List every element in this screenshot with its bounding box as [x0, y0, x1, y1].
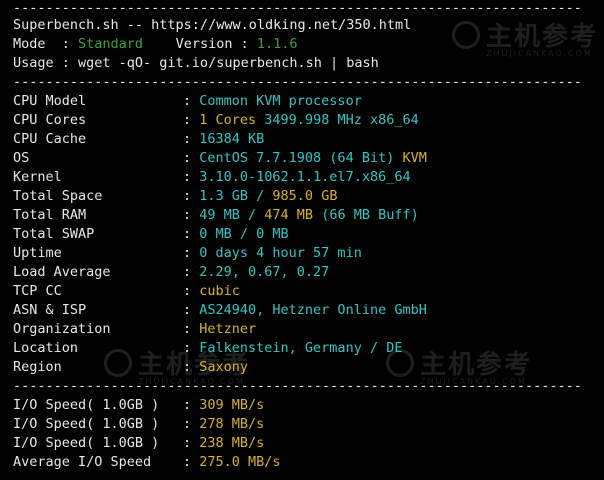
row-value: Hetzner [199, 321, 257, 337]
row-value: 0 MB / 0 MB [199, 226, 289, 242]
row-label: Organization [13, 321, 111, 337]
info-row: Region: Saxony [13, 358, 248, 377]
watermark: 主机参考 ZHUJICANKAO.COM [452, 16, 598, 58]
row-value: 49 MB / [199, 207, 265, 223]
info-row: Uptime: 0 days 4 hour 57 min [13, 244, 362, 263]
row-label: Location [13, 340, 79, 356]
row-separator: : [183, 416, 200, 432]
row-label: ASN & ISP [13, 302, 87, 318]
row-value: 474 MB [264, 207, 314, 223]
row-separator: : [183, 93, 200, 109]
row-value: Saxony [199, 359, 249, 375]
info-row: Total SWAP: 0 MB / 0 MB [13, 225, 289, 244]
row-value: 985.0 GB [272, 188, 338, 204]
row-label: CPU Model [13, 93, 87, 109]
row-value: 0 days 4 hour 57 min [199, 245, 362, 261]
row-label: OS [13, 150, 30, 166]
row-label: I/O Speed( 1.0GB ) [13, 397, 160, 413]
separator-line: ----------------------------------------… [13, 378, 582, 394]
row-separator: : [183, 264, 200, 280]
row-label: Total SWAP [13, 226, 95, 242]
info-row: Kernel: 3.10.0-1062.1.1.el7.x86_64 [13, 168, 411, 187]
row-label: CPU Cache [13, 131, 87, 147]
row-separator: : [183, 131, 200, 147]
info-row: Total Space: 1.3 GB / 985.0 GB [13, 187, 337, 206]
row-separator: : [183, 283, 200, 299]
row-separator: : [183, 359, 200, 375]
row-value: 3499.998 MHz x86_64 [264, 112, 419, 128]
io-row: I/O Speed( 1.0GB ): 278 MB/s [13, 415, 264, 434]
row-separator: : [183, 435, 200, 451]
info-row: TCP CC: cubic [13, 282, 240, 301]
info-row: Location: Falkenstein, Germany / DE [13, 339, 402, 358]
row-separator: : [183, 321, 200, 337]
row-value: cubic [199, 283, 240, 299]
row-value: 16384 KB [199, 131, 265, 147]
row-separator: : [183, 169, 200, 185]
row-separator: : [183, 188, 200, 204]
row-value: Common KVM processor [199, 93, 362, 109]
row-value: 309 MB/s [199, 397, 265, 413]
row-separator: : [183, 302, 200, 318]
usage-line: Usage : wget -qO- git.io/superbench.sh |… [13, 55, 379, 71]
info-row: CPU Cores: 1 Cores 3499.998 MHz x86_64 [13, 111, 419, 130]
row-separator: : [183, 397, 200, 413]
row-separator: : [183, 245, 200, 261]
row-separator: : [183, 112, 200, 128]
separator-line: ----------------------------------------… [13, 74, 582, 90]
header-title: Superbench.sh -- https://www.oldking.net… [13, 17, 412, 33]
row-value: 275.0 MB/s [199, 454, 281, 470]
row-value: 278 MB/s [199, 416, 265, 432]
info-row: ASN & ISP: AS24940, Hetzner Online GmbH [13, 301, 427, 320]
row-label: Average I/O Speed [13, 454, 152, 470]
row-value: CentOS 7.7.1908 (64 Bit) [199, 150, 403, 166]
mode-label: Mode : [13, 36, 79, 52]
row-value: 3.10.0-1062.1.1.el7.x86_64 [199, 169, 411, 185]
row-label: I/O Speed( 1.0GB ) [13, 416, 160, 432]
row-separator: : [183, 226, 200, 242]
version-value: 1.1.6 [256, 36, 298, 52]
mode-version-line: Mode : Standard Version : 1.1.6 [13, 35, 298, 54]
info-row: Load Average: 2.29, 0.67, 0.27 [13, 263, 329, 282]
terminal-window[interactable]: 主机参考 ZHUJICANKAO.COM 主机参考 ZHUJICANKAO.CO… [0, 0, 604, 480]
row-value: 2.29, 0.67, 0.27 [199, 264, 330, 280]
row-value: AS24940, Hetzner Online GmbH [199, 302, 427, 318]
row-value: 238 MB/s [199, 435, 265, 451]
row-label: Total Space [13, 188, 103, 204]
info-row: CPU Model: Common KVM processor [13, 92, 362, 111]
row-separator: : [183, 340, 200, 356]
row-label: Kernel [13, 169, 62, 185]
info-row: OS: CentOS 7.7.1908 (64 Bit) KVM [13, 149, 427, 168]
info-row: Organization: Hetzner [13, 320, 256, 339]
io-row: I/O Speed( 1.0GB ): 309 MB/s [13, 396, 264, 415]
row-separator: : [183, 207, 200, 223]
row-label: Uptime [13, 245, 62, 261]
mode-value: Standard [78, 36, 144, 52]
row-label: TCP CC [13, 283, 62, 299]
info-row: CPU Cache: 16384 KB [13, 130, 264, 149]
row-label: CPU Cores [13, 112, 87, 128]
info-row: Total RAM: 49 MB / 474 MB (66 MB Buff) [13, 206, 419, 225]
row-label: Load Average [13, 264, 111, 280]
row-label: Total RAM [13, 207, 87, 223]
row-value: Falkenstein, Germany / DE [199, 340, 403, 356]
row-separator: : [183, 150, 200, 166]
row-value: (66 MB Buff) [313, 207, 419, 223]
io-row: Average I/O Speed: 275.0 MB/s [13, 453, 281, 472]
io-row: I/O Speed( 1.0GB ): 238 MB/s [13, 434, 264, 453]
row-label: Region [13, 359, 62, 375]
row-value: KVM [402, 150, 427, 166]
row-value: 1.3 GB / [199, 188, 273, 204]
row-value: 1 Cores [199, 112, 265, 128]
row-label: I/O Speed( 1.0GB ) [13, 435, 160, 451]
row-separator: : [183, 454, 200, 470]
version-label: Version : [143, 36, 257, 52]
watermark-logo-icon [452, 20, 480, 49]
